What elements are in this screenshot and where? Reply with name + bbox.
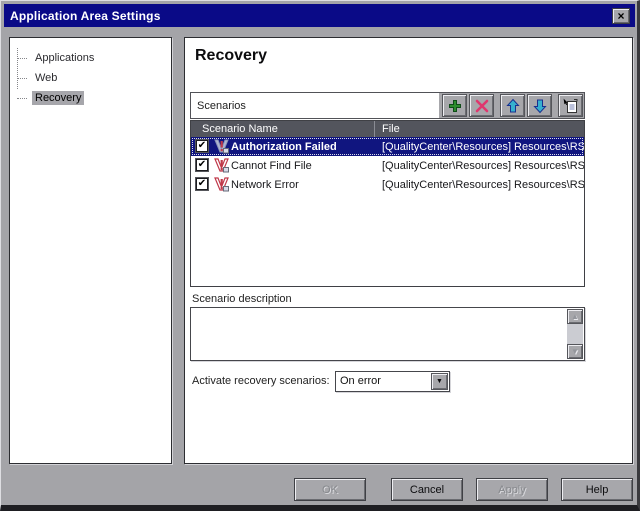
scroll-up-icon: ▲: [571, 312, 579, 321]
scenario-checkbox[interactable]: ✔: [196, 140, 208, 152]
help-button[interactable]: Help: [561, 478, 633, 501]
scenario-properties-button[interactable]: [558, 94, 583, 117]
arrow-up-icon: [505, 98, 521, 114]
recovery-scenario-icon: [213, 158, 230, 173]
window-title: Application Area Settings: [4, 9, 161, 23]
column-header-scenario-name[interactable]: Scenario Name: [191, 121, 375, 137]
properties-icon: [563, 98, 579, 114]
scroll-up-button[interactable]: ▲: [567, 309, 583, 324]
scenario-description-label: Scenario description: [192, 293, 292, 305]
scenario-row-authorization-failed[interactable]: ✔ Authorization Failed [QualityCenter\Re…: [191, 137, 584, 156]
apply-button[interactable]: Apply: [476, 478, 548, 501]
checkmark-icon: ✔: [198, 160, 206, 170]
scenario-checkbox[interactable]: ✔: [196, 159, 208, 171]
plus-icon: [447, 98, 463, 114]
tree-item-label: Applications: [32, 51, 97, 65]
chevron-down-icon: ▼: [436, 378, 443, 385]
recovery-scenario-icon: [213, 139, 230, 154]
activate-recovery-scenarios-select[interactable]: On error ▼: [335, 371, 450, 392]
tree-item-label: Web: [32, 71, 60, 85]
page-title: Recovery: [195, 47, 267, 65]
scenario-checkbox[interactable]: ✔: [196, 178, 208, 190]
checkmark-icon: ✔: [198, 179, 206, 189]
scenario-file: [QualityCenter\Resources] Resources\RSs.…: [382, 141, 585, 153]
scenarios-toolbar-label: Scenarios: [191, 93, 439, 118]
scenario-name: Authorization Failed: [231, 141, 337, 153]
activate-recovery-scenarios-label: Activate recovery scenarios:: [192, 375, 330, 387]
move-up-button[interactable]: [500, 94, 525, 117]
selected-option: On error: [340, 375, 381, 387]
scenarios-list: Scenario Name File ✔ Authorization Faile…: [190, 120, 585, 287]
scenario-name: Cannot Find File: [231, 160, 312, 172]
delete-scenario-button[interactable]: [469, 94, 494, 117]
description-scrollbar[interactable]: ▲ ▼: [567, 309, 583, 359]
application-area-settings-dialog: Application Area Settings × Applications…: [0, 0, 640, 511]
close-button[interactable]: ×: [612, 8, 630, 24]
titlebar: Application Area Settings ×: [4, 4, 635, 27]
scenario-file: [QualityCenter\Resources] Resources\RSs.…: [382, 179, 585, 191]
tree-item-applications[interactable]: Applications: [10, 48, 171, 68]
scenario-file: [QualityCenter\Resources] Resources\RSs.…: [382, 160, 585, 172]
column-header-file[interactable]: File: [375, 121, 584, 137]
scroll-down-button[interactable]: ▼: [567, 344, 583, 359]
settings-tree-panel: Applications Web Recovery: [9, 37, 172, 464]
combo-dropdown-button[interactable]: ▼: [431, 373, 448, 390]
ok-button[interactable]: OK: [294, 478, 366, 501]
scroll-down-icon: ▼: [571, 347, 579, 356]
arrow-down-icon: [532, 98, 548, 114]
scenario-description-field[interactable]: ▲ ▼: [190, 307, 585, 361]
tree-item-recovery[interactable]: Recovery: [10, 88, 171, 108]
recovery-settings-panel: Recovery Scenarios: [184, 37, 633, 464]
scenario-row-network-error[interactable]: ✔ Network Error [QualityCenter\Resources…: [191, 175, 584, 194]
scenarios-toolbar-buttons: [439, 93, 584, 118]
scenarios-list-header: Scenario Name File: [191, 121, 584, 137]
add-scenario-button[interactable]: [442, 94, 467, 117]
close-icon: ×: [617, 10, 624, 22]
scenario-name: Network Error: [231, 179, 299, 191]
tree-item-label: Recovery: [32, 91, 84, 105]
move-down-button[interactable]: [527, 94, 552, 117]
delete-x-icon: [474, 98, 490, 114]
tree-item-web[interactable]: Web: [10, 68, 171, 88]
scenarios-toolbar: Scenarios: [190, 92, 585, 119]
scenario-row-cannot-find-file[interactable]: ✔ Cannot Find File [QualityCenter\Resour…: [191, 156, 584, 175]
checkmark-icon: ✔: [198, 141, 206, 151]
cancel-button[interactable]: Cancel: [391, 478, 463, 501]
recovery-scenario-icon: [213, 177, 230, 192]
